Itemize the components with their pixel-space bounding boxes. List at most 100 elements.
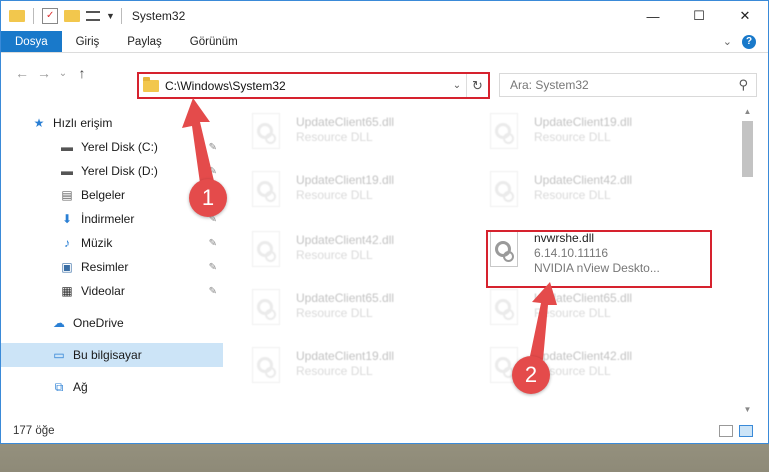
file-description: Resource DLL [296,306,373,320]
tab-file[interactable]: Dosya [1,31,62,52]
ribbon-tabs: Dosya Giriş Paylaş Görünüm ⌄ ? [1,31,768,53]
sidebar-item-downloads[interactable]: ⬇ İndirmeler ✎ [1,207,223,231]
title-divider [120,8,122,24]
sidebar-item-label: Ağ [73,380,88,394]
list-item[interactable]: UpdateClient42.dll Resource DLL [224,229,454,287]
sidebar-item-label: Bu bilgisayar [73,348,142,362]
sidebar-item-this-pc[interactable]: ▭ Bu bilgisayar [1,343,223,367]
list-item[interactable]: UpdateClient42.dll Resource DLL [462,169,692,227]
file-name: UpdateClient65.dll [534,291,633,305]
music-icon: ♪ [64,236,70,250]
quick-access-toolbar: ✓ ▼ [1,8,115,24]
sidebar-item-videos[interactable]: ▦ Videolar ✎ [1,279,223,303]
file-description: Resource DLL [296,130,373,144]
scrollbar-thumb[interactable] [742,121,753,177]
customize-toolbar-icon[interactable] [86,11,100,21]
documents-icon: ▤ [61,188,73,202]
file-description: Resource DLL [296,248,373,262]
search-icon[interactable]: ⚲ [738,77,748,93]
toolbar-divider [33,8,34,24]
minimize-button[interactable]: — [630,1,676,31]
callout-badge-2: 2 [512,356,550,394]
folder-icon[interactable] [9,10,25,22]
dll-file-icon [250,229,284,269]
sidebar-item-label: Yerel Disk (C:) [81,140,158,154]
list-item[interactable]: UpdateClient65.dll Resource DLL [224,111,454,169]
file-name: UpdateClient19.dll [534,115,633,129]
sidebar-item-pictures[interactable]: ▣ Resimler ✎ [1,255,223,279]
pin-icon: ✎ [208,285,217,297]
list-item[interactable]: UpdateClient19.dll Resource DLL [462,111,692,169]
list-item[interactable]: UpdateClient19.dll Resource DLL [224,345,454,403]
file-name: UpdateClient19.dll [296,349,395,363]
address-dropdown-icon[interactable]: ⌄ [448,80,466,91]
videos-icon: ▦ [61,284,73,298]
navigation-pane: ★ Hızlı erişim ▬ Yerel Disk (C:) ✎ ▬ Yer… [1,105,223,415]
window-title: System32 [131,9,186,23]
pin-icon: ✎ [208,165,217,177]
downloads-icon: ⬇ [61,212,73,226]
scroll-up-icon[interactable]: ▲ [740,107,755,116]
address-bar[interactable]: C:\Windows\System32 ⌄ ↻ [137,72,490,99]
file-description: Resource DLL [296,188,373,202]
new-folder-icon[interactable] [64,10,80,22]
star-icon: ★ [33,116,45,130]
dll-file-icon [250,111,284,151]
sidebar-item-label: OneDrive [73,316,124,330]
sidebar-item-label: İndirmeler [81,212,135,226]
tab-home[interactable]: Giriş [62,31,114,52]
forward-button[interactable]: → [33,65,55,81]
tab-view[interactable]: Görünüm [176,31,252,52]
refresh-button[interactable]: ↻ [466,74,488,97]
quick-access-dropdown-icon[interactable]: ▼ [106,11,115,21]
list-item[interactable]: UpdateClient65.dll Resource DLL [224,287,454,345]
file-highlight-box [486,230,712,288]
file-description: Resource DLL [534,306,611,320]
pin-icon: ✎ [208,141,217,153]
dll-file-icon [250,345,284,385]
file-name: UpdateClient42.dll [534,349,633,363]
dll-file-icon [250,169,284,209]
search-input[interactable]: Ara: System32 ⚲ [499,73,757,97]
sidebar-item-quick-access[interactable]: ★ Hızlı erişim [1,111,223,135]
status-bar: 177 öğe [1,420,767,442]
sidebar-item-local-disk-c[interactable]: ▬ Yerel Disk (C:) ✎ [1,135,223,159]
recent-locations-button[interactable]: ⌄ [55,68,71,79]
dll-file-icon [488,111,522,151]
drive-icon: ▬ [61,164,73,178]
sidebar-item-onedrive[interactable]: ☁ OneDrive [1,311,223,335]
list-item[interactable]: UpdateClient42.dll Resource DLL [462,345,692,403]
sidebar-item-label: Müzik [81,236,113,250]
cloud-icon: ☁ [53,316,65,330]
large-icons-view-icon[interactable] [739,425,753,437]
sidebar-item-music[interactable]: ♪ Müzik ✎ [1,231,223,255]
file-description: Resource DLL [534,188,611,202]
vertical-scrollbar[interactable]: ▲ ▼ [740,105,755,417]
maximize-button[interactable]: ☐ [676,1,722,31]
computer-icon: ▭ [53,348,65,362]
item-count: 177 öğe [13,425,55,437]
help-icon[interactable]: ? [742,34,756,49]
details-view-icon[interactable] [719,425,733,437]
list-item[interactable]: UpdateClient65.dll Resource DLL [462,287,692,345]
file-name: UpdateClient65.dll [296,115,395,129]
scroll-down-icon[interactable]: ▼ [740,405,755,414]
file-name: UpdateClient42.dll [534,173,633,187]
close-button[interactable]: ✕ [722,1,768,31]
sidebar-item-network[interactable]: ⧉ Ağ [1,375,223,399]
pin-icon: ✎ [208,237,217,249]
file-description: Resource DLL [534,130,611,144]
properties-icon[interactable]: ✓ [42,8,58,24]
address-path[interactable]: C:\Windows\System32 [165,79,448,93]
tab-share[interactable]: Paylaş [113,31,176,52]
list-item[interactable]: UpdateClient19.dll Resource DLL [224,169,454,227]
sidebar-item-label: Videolar [81,284,125,298]
chevron-down-icon[interactable]: ⌄ [723,35,732,48]
sidebar-item-local-disk-d[interactable]: ▬ Yerel Disk (D:) ✎ [1,159,223,183]
file-name: UpdateClient65.dll [296,291,395,305]
up-button[interactable]: ↑ [71,65,93,81]
pin-icon: ✎ [208,261,217,273]
search-placeholder: Ara: System32 [510,78,589,92]
dll-file-icon [488,169,522,209]
back-button[interactable]: ← [11,65,33,81]
